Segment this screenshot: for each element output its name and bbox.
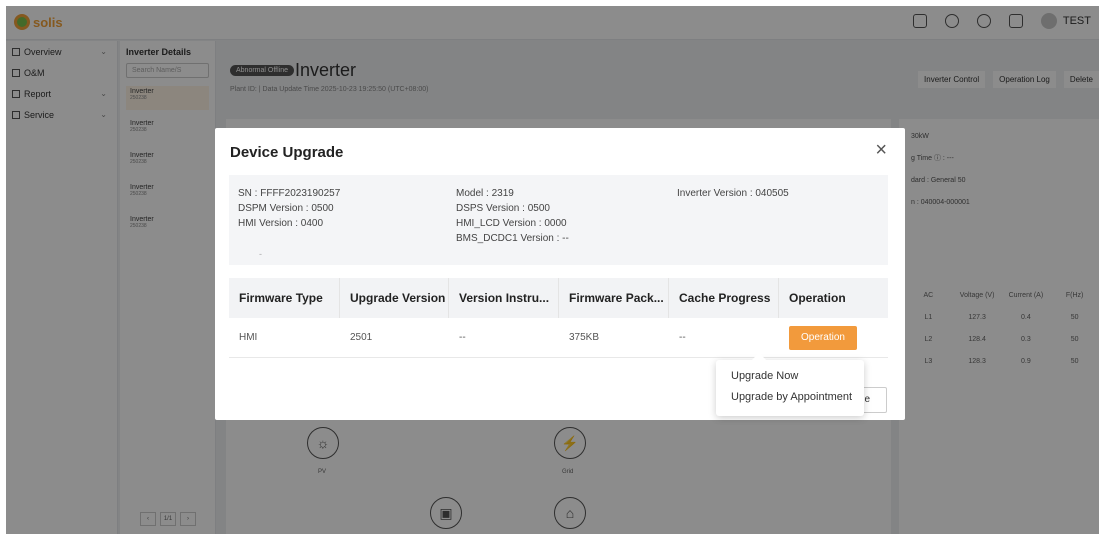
info-column: Inverter Version : 040505 bbox=[677, 186, 789, 201]
close-icon[interactable]: × bbox=[875, 139, 887, 162]
column-header: Operation bbox=[789, 291, 846, 305]
info-column: Model : 2319 DSPS Version : 0500 HMI_LCD… bbox=[456, 186, 569, 246]
upgrade-version-cell: 2501 bbox=[350, 332, 373, 343]
sn-value: SN : FFFF2023190257 bbox=[238, 188, 341, 199]
upgrade-now-option[interactable]: Upgrade Now bbox=[716, 366, 864, 387]
dspm-version: DSPM Version : 0500 bbox=[238, 203, 334, 214]
bms-dcdc1-version: BMS_DCDC1 Version : -- bbox=[456, 233, 569, 244]
column-header: Version Instru... bbox=[449, 278, 559, 318]
column-header: Upgrade Version bbox=[340, 278, 449, 318]
table-header-row: Firmware Type Upgrade Version Version In… bbox=[229, 278, 888, 318]
firmware-table: Firmware Type Upgrade Version Version In… bbox=[229, 278, 888, 358]
upgrade-by-appointment-option[interactable]: Upgrade by Appointment bbox=[716, 387, 864, 408]
version-instruction-cell: -- bbox=[459, 332, 466, 343]
device-info-box: SN : FFFF2023190257 DSPM Version : 0500 … bbox=[229, 175, 888, 265]
hmi-version: HMI Version : 0400 bbox=[238, 218, 324, 229]
column-header: Firmware Type bbox=[229, 278, 340, 318]
dialog-title: Device Upgrade bbox=[230, 144, 344, 161]
info-extra: - bbox=[259, 249, 262, 259]
firmware-type-cell: HMI bbox=[239, 332, 258, 343]
inverter-version: Inverter Version : 040505 bbox=[677, 188, 789, 199]
column-header: Firmware Pack... bbox=[559, 278, 669, 318]
model-value: Model : 2319 bbox=[456, 188, 514, 199]
app-window: solis TEST Overview ⌄ O&M Report ⌄ Servi… bbox=[6, 6, 1099, 534]
operation-cell: Operation bbox=[779, 325, 888, 350]
table-row: HMI 2501 -- 375KB -- Operation bbox=[229, 318, 888, 358]
info-column: SN : FFFF2023190257 DSPM Version : 0500 … bbox=[238, 186, 340, 231]
column-header: Cache Progress bbox=[669, 278, 779, 318]
operation-dropdown: Upgrade Now Upgrade by Appointment bbox=[716, 360, 864, 416]
hmi-lcd-version: HMI_LCD Version : 0000 bbox=[456, 218, 567, 229]
firmware-package-cell: 375KB bbox=[569, 332, 600, 343]
operation-button[interactable]: Operation bbox=[789, 325, 857, 350]
dsps-version: DSPS Version : 0500 bbox=[456, 203, 550, 214]
cache-progress-cell: -- bbox=[679, 332, 686, 343]
